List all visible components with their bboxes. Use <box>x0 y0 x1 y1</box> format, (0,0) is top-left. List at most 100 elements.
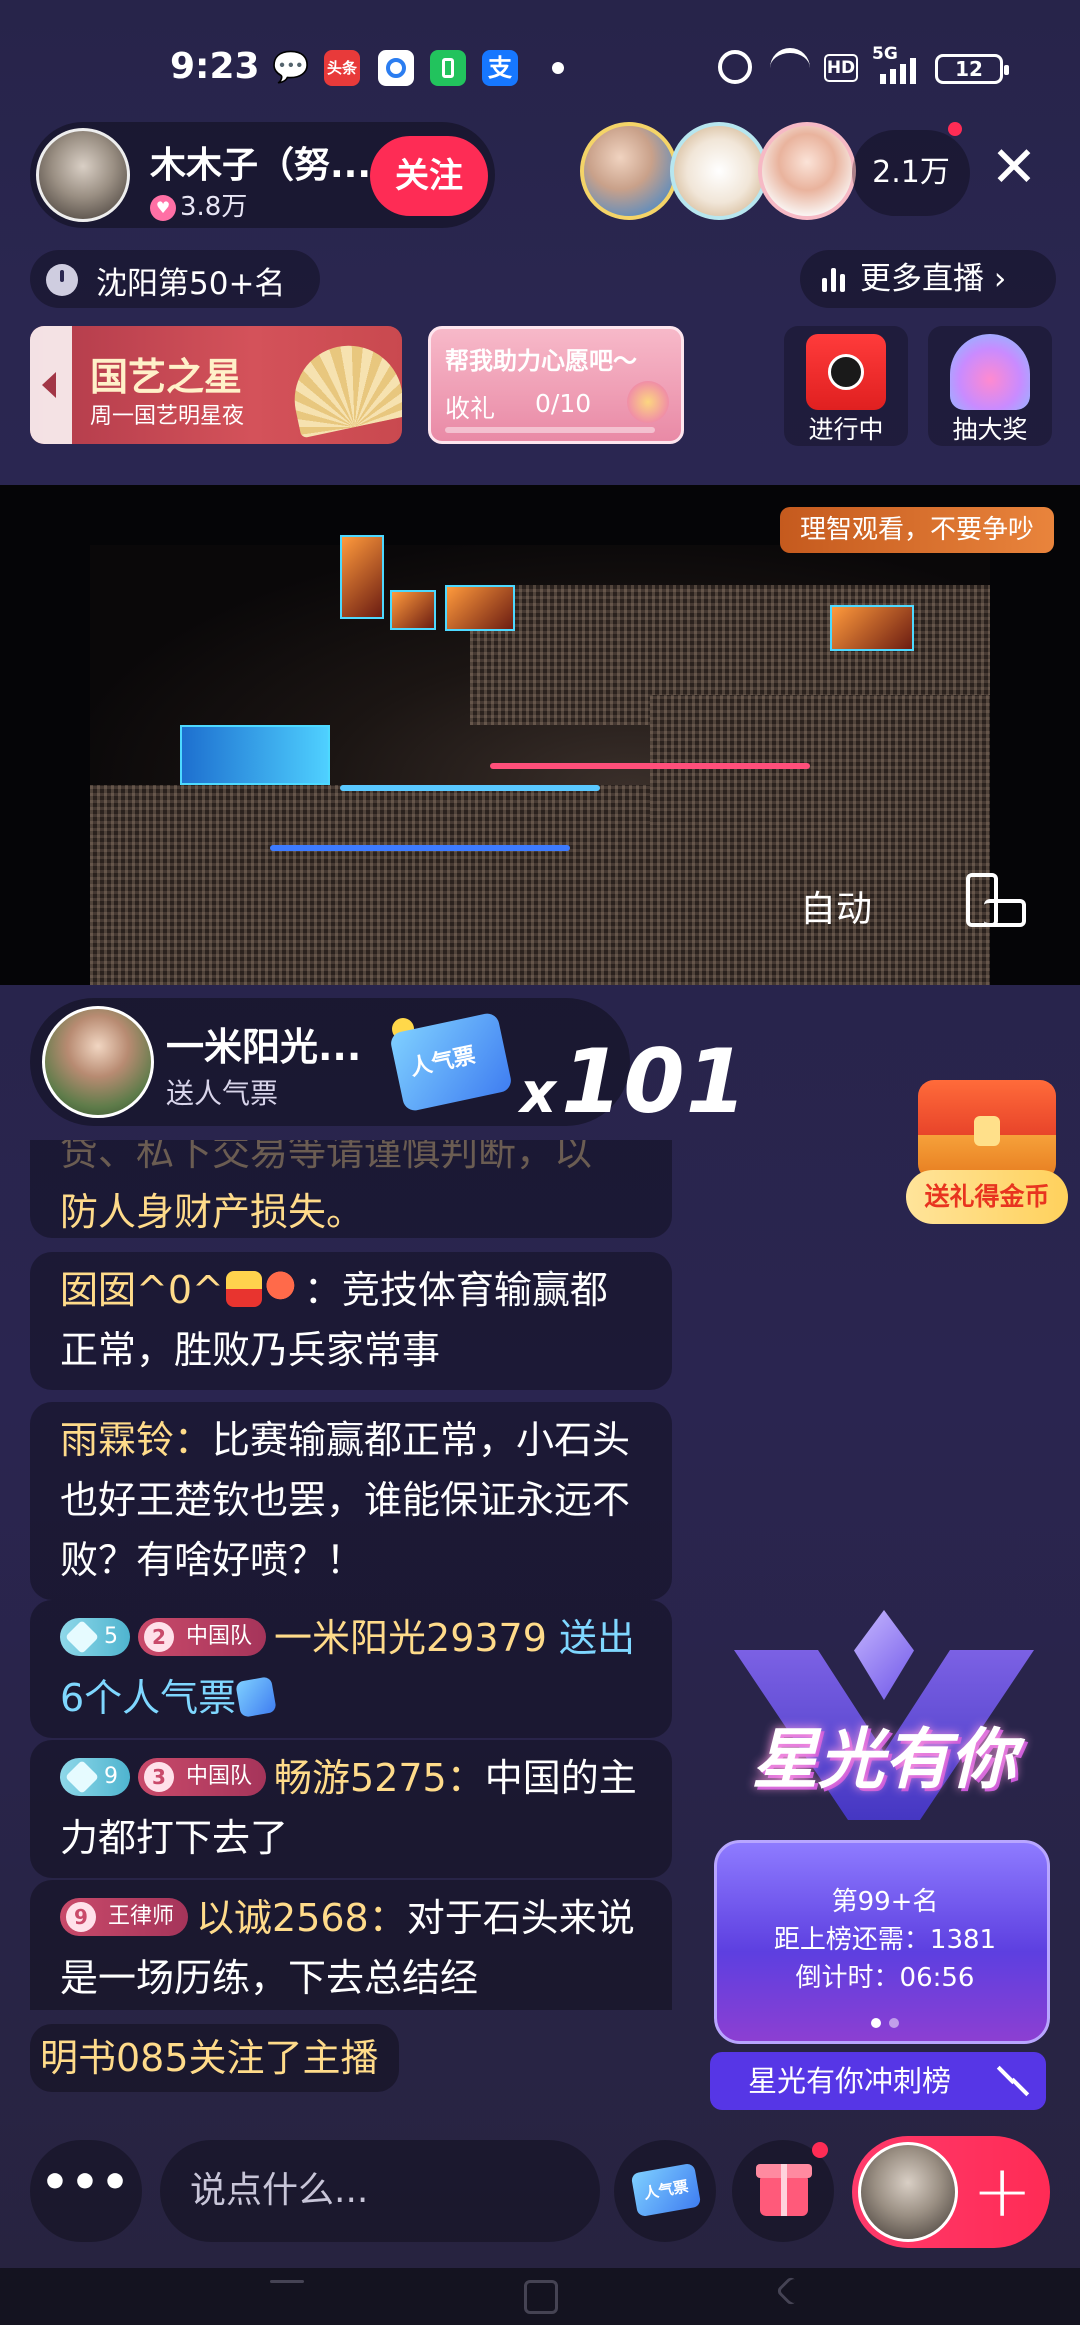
system-nav-bar <box>0 2268 1080 2325</box>
stage-neon-3 <box>270 845 570 851</box>
treasure-label[interactable]: 送礼得金币 <box>906 1170 1068 1224</box>
activity-lottery-tile[interactable]: 抽大奖 <box>928 326 1052 446</box>
arena-screen-1 <box>340 535 384 619</box>
system-notice-top: 贷、私下交易等请谨慎判断，以 <box>60 1140 593 1174</box>
event-banner-guoyi[interactable]: 国艺之星 周一国艺明星夜 <box>30 326 402 444</box>
more-live-button[interactable]: 更多直播 › <box>800 250 1056 308</box>
self-avatar <box>858 2142 958 2242</box>
activity-lottery-label: 抽大奖 <box>952 415 1028 444</box>
stage-neon-1 <box>340 785 600 791</box>
nav-back-icon[interactable] <box>775 2275 807 2307</box>
anchor-avatar[interactable] <box>36 128 130 222</box>
chat-message[interactable]: 雨霖铃：比赛输赢都正常，小石头也好王楚钦也罢，谁能保证永远不败？有啥好喷？！ <box>30 1402 672 1600</box>
anchor-likes-count: 3.8万 <box>180 192 248 222</box>
treasure-chest-icon[interactable] <box>918 1080 1056 1180</box>
chat-nickname[interactable]: 以诚2568： <box>196 1896 407 1940</box>
live-video-player[interactable]: 理智观看，不要争吵 自动 <box>0 485 1080 985</box>
heart-icon: ♥ <box>150 194 176 221</box>
anchor-name[interactable]: 木木子（努... <box>150 136 371 188</box>
chat-nickname[interactable]: 囡囡^0^ <box>60 1268 224 1312</box>
signal-icon <box>880 58 920 84</box>
chat-message[interactable]: 囡囡^0^ ：竞技体育输赢都正常，胜败乃兵家常事 <box>30 1252 672 1390</box>
viewer-count[interactable]: 2.1万 <box>852 130 970 216</box>
wish-progress-bar <box>445 427 655 433</box>
anchor-likes: ♥ 3.8万 <box>150 186 247 223</box>
stage-neon-2 <box>490 763 810 769</box>
chat-nickname[interactable]: 一米阳光29379 <box>274 1616 547 1660</box>
chat-message-gift[interactable]: 5中国队一米阳光29379 送出6个人气票 <box>30 1600 672 1738</box>
rotate-screen-icon[interactable] <box>962 873 1028 929</box>
chat-message[interactable]: 9中国队畅游5275：中国的主力都打下去了 <box>30 1740 672 1878</box>
gift-action: 送人气票 <box>166 1077 279 1110</box>
popularity-ticket-button[interactable]: 人气票 <box>614 2140 716 2242</box>
crowd-right <box>650 695 990 825</box>
plus-icon: + <box>972 2149 1033 2233</box>
more-live-label: 更多直播 › <box>860 261 1007 297</box>
ticket-icon: 人气票 <box>630 2162 702 2218</box>
video-tag: 理智观看，不要争吵 <box>780 507 1055 553</box>
chat-list[interactable]: 贷、私下交易等请谨慎判断，以 防人身财产损失。 囡囡^0^ ：竞技体育输赢都正常，… <box>30 1140 690 2010</box>
wish-title: 帮我助力心愿吧～ <box>445 347 637 375</box>
user-level-badge: 5 <box>60 1617 130 1656</box>
collapse-icon[interactable] <box>998 2066 1028 2096</box>
nav-home-icon[interactable] <box>524 2280 558 2314</box>
red-packet-icon <box>806 334 886 410</box>
browser-icon <box>378 50 414 86</box>
sprint-rank-button[interactable]: 星光有你冲刺榜 <box>710 2052 1046 2110</box>
gift-red-dot <box>812 2142 828 2158</box>
fries-icon <box>225 1270 262 1307</box>
bars-icon <box>822 268 848 292</box>
event-banner-title: 国艺之星 <box>90 355 243 399</box>
chevron-left-icon[interactable] <box>30 326 72 444</box>
ticket-icon <box>235 1675 278 1718</box>
toutiao-icon: 头条 <box>324 50 360 86</box>
follow-button[interactable]: 关注 <box>370 136 488 216</box>
top-viewer-avatar-2[interactable] <box>670 122 768 220</box>
wish-banner[interactable]: 帮我助力心愿吧～ 收礼 0/10 <box>428 326 684 444</box>
alarm-icon <box>718 50 752 84</box>
status-time: 9:23 <box>170 46 260 87</box>
arena-screen-2 <box>390 590 436 630</box>
fan-club-badge: 王律师 <box>60 1897 189 1936</box>
star-event-logo[interactable]: 星光有你 <box>714 1610 1054 1860</box>
star-countdown: 倒计时：06:56 <box>795 1963 975 1993</box>
folding-fan-icon <box>284 335 402 439</box>
chat-message-system: 贷、私下交易等请谨慎判断，以 防人身财产损失。 <box>30 1140 672 1238</box>
comment-input[interactable]: 说点什么... <box>160 2140 600 2242</box>
arena-stage-screen <box>180 725 330 785</box>
chat-nickname[interactable]: 畅游5275： <box>274 1756 485 1800</box>
status-bar: 9:23 💬 头条 支 HD 5G 12 <box>0 0 1080 130</box>
carousel-dots <box>867 2013 903 2032</box>
wechat-icon: 💬 <box>272 50 310 85</box>
gift-combo-x: x <box>520 1061 558 1126</box>
gift-combo-count: 101 <box>561 1030 748 1133</box>
top-viewer-avatar-1[interactable] <box>580 122 678 220</box>
chat-message[interactable]: 王律师以诚2568：对于石头来说是一场历练，下去总结经 <box>30 1880 672 2010</box>
gift-sender-name[interactable]: 一米阳光... <box>166 1016 361 1071</box>
join-mic-button[interactable]: + <box>852 2136 1050 2248</box>
wifi-icon <box>770 48 810 82</box>
activity-ongoing-tile[interactable]: 进行中 <box>784 326 908 446</box>
city-rank-pill[interactable]: 沈阳第50+名 <box>30 250 320 308</box>
wish-label: 收礼 <box>445 394 496 423</box>
event-banner-subtitle: 周一国艺明星夜 <box>90 404 245 429</box>
close-icon[interactable]: ✕ <box>986 140 1042 196</box>
gift-combo: x101 <box>520 1030 748 1133</box>
auto-quality-button[interactable]: 自动 <box>800 880 872 932</box>
battery-indicator: 12 <box>935 54 1009 84</box>
fan-club-badge: 中国队 <box>138 1617 267 1656</box>
top-viewer-avatar-3[interactable] <box>758 122 856 220</box>
fan-club-badge: 中国队 <box>138 1757 267 1796</box>
hd-badge: HD <box>824 54 858 82</box>
more-options-button[interactable]: ••• <box>30 2140 142 2242</box>
arena-screen-4 <box>830 605 914 651</box>
gift-sender-avatar[interactable] <box>42 1006 154 1118</box>
alipay-icon: 支 <box>482 50 518 86</box>
chat-nickname[interactable]: 雨霖铃： <box>60 1418 212 1462</box>
ping-pong-icon <box>265 1270 302 1307</box>
wish-value: 0/10 <box>535 389 592 418</box>
notification-dot <box>552 62 564 74</box>
star-rank-card[interactable]: 第99+名 距上榜还需：1381 倒计时：06:56 <box>714 1840 1050 2044</box>
nav-menu-icon[interactable] <box>270 2280 304 2283</box>
activity-ongoing-label: 进行中 <box>808 415 884 444</box>
